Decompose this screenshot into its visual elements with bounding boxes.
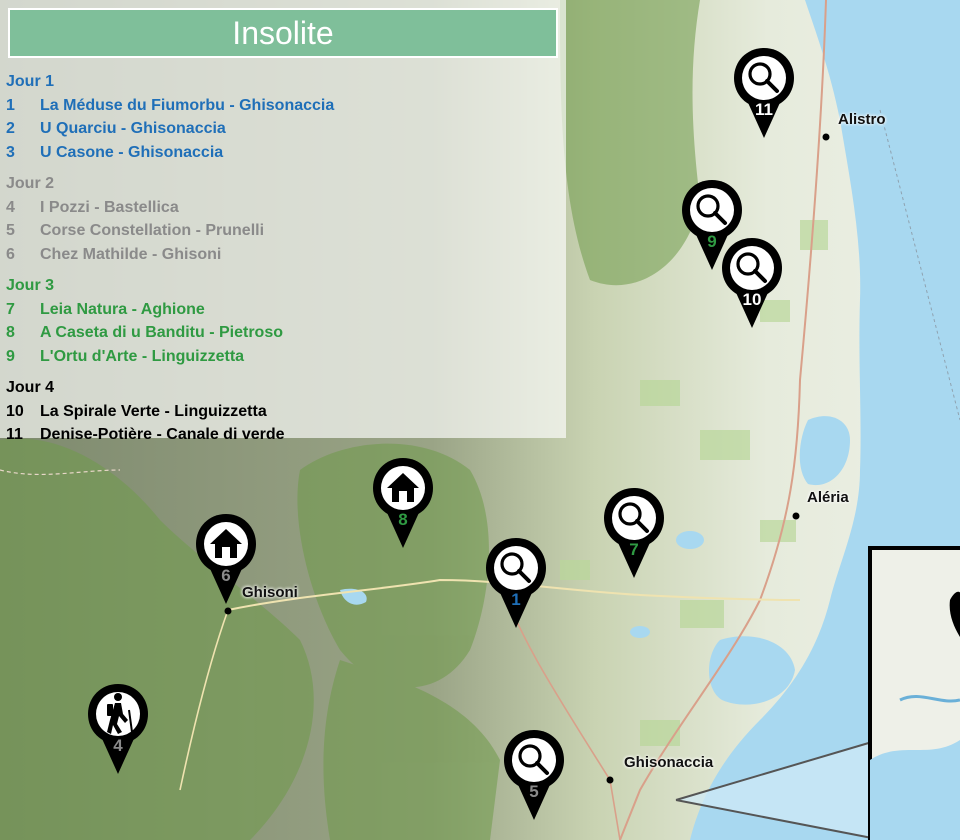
day-group-3: Jour 3 7 Leia Natura - Aghione 8 A Caseta …: [6, 274, 562, 368]
item-number: 6: [6, 245, 15, 263]
day-heading: Jour 2: [6, 175, 55, 192]
item-number: 11: [6, 426, 23, 443]
alistro-dot: [822, 133, 830, 141]
marker-9-label: 9: [707, 232, 716, 251]
aleria-dot: [792, 512, 800, 520]
marker-10-label: 10: [743, 290, 762, 309]
day-group-2: Jour 2 4 I Pozzi - Bastellica 5 Corse Cons…: [6, 172, 562, 266]
inset-map[interactable]: [868, 546, 960, 840]
item-number: 4: [6, 198, 15, 216]
day-heading: Jour 4: [6, 379, 55, 396]
item-number: 2: [6, 120, 15, 137]
item-text: Chez Mathilde - Ghisoni: [40, 245, 222, 263]
place-label-ghisoni: Ghisoni: [242, 584, 298, 601]
day-heading: Jour 1: [6, 73, 55, 90]
list-item[interactable]: 6 Chez Mathilde - Ghisoni: [6, 243, 562, 267]
item-text: Corse Constellation - Prunelli: [40, 222, 265, 239]
marker-4-label: 4: [113, 736, 123, 755]
marker-11-label: 11: [755, 100, 773, 119]
list-item[interactable]: 1 La Méduse du Fiumorbu - Ghisonaccia: [6, 94, 562, 118]
item-number: 5: [6, 222, 15, 239]
day-group-4: Jour 4 10 La Spirale Verte - Linguizzetta…: [6, 376, 562, 447]
item-number: 1: [6, 96, 15, 114]
item-number: 9: [6, 347, 15, 365]
place-label-aleria: Aléria: [807, 489, 849, 506]
item-text: La Méduse du Fiumorbu - Ghisonaccia: [40, 96, 335, 114]
item-text: A Caseta di u Banditu - Pietroso: [40, 324, 283, 341]
item-text: Leia Natura - Aghione: [40, 300, 205, 318]
day-heading: Jour 3: [6, 277, 55, 294]
item-text: La Spirale Verte - Linguizzetta: [40, 402, 267, 420]
item-number: 10: [6, 402, 24, 420]
list-item[interactable]: 8 A Caseta di u Banditu - Pietroso: [6, 321, 562, 345]
item-text: Denise-Potière - Canale di verde: [40, 426, 285, 443]
ghisonaccia-dot: [606, 776, 614, 784]
list-item[interactable]: 5 Corse Constellation - Prunelli: [6, 219, 562, 243]
list-item[interactable]: 11 Denise-Potière - Canale di verde: [6, 423, 562, 447]
list-item[interactable]: 9 L'Ortu d'Arte - Linguizzetta: [6, 345, 562, 369]
item-text: U Casone - Ghisonaccia: [40, 143, 224, 161]
item-number: 7: [6, 300, 15, 318]
legend-panel: Insolite Jour 1 1 La Méduse du Fiumorbu -…: [0, 0, 566, 443]
marker-1-label: 1: [511, 590, 520, 609]
place-label-ghisonaccia: Ghisonaccia: [624, 754, 714, 771]
itinerary-list: Jour 1 1 La Méduse du Fiumorbu - Ghisonac…: [6, 70, 562, 455]
list-item[interactable]: 4 I Pozzi - Bastellica: [6, 196, 562, 220]
item-number: 3: [6, 143, 15, 161]
day-group-1: Jour 1 1 La Méduse du Fiumorbu - Ghisonac…: [6, 70, 562, 164]
list-item[interactable]: 2 U Quarciu - Ghisonaccia: [6, 117, 562, 141]
marker-8-label: 8: [398, 510, 407, 529]
item-text: I Pozzi - Bastellica: [40, 198, 179, 216]
item-text: U Quarciu - Ghisonaccia: [40, 120, 226, 137]
list-item[interactable]: 7 Leia Natura - Aghione: [6, 298, 562, 322]
marker-6-label: 6: [221, 566, 230, 585]
marker-7-label: 7: [629, 540, 638, 559]
map-title: Insolite: [8, 8, 558, 58]
list-item[interactable]: 3 U Casone - Ghisonaccia: [6, 141, 562, 165]
place-label-alistro: Alistro: [838, 111, 886, 128]
marker-5-label: 5: [529, 782, 538, 801]
ghisoni-dot: [224, 607, 232, 615]
list-item[interactable]: 10 La Spirale Verte - Linguizzetta: [6, 400, 562, 424]
item-number: 8: [6, 324, 15, 341]
item-text: L'Ortu d'Arte - Linguizzetta: [40, 347, 245, 365]
